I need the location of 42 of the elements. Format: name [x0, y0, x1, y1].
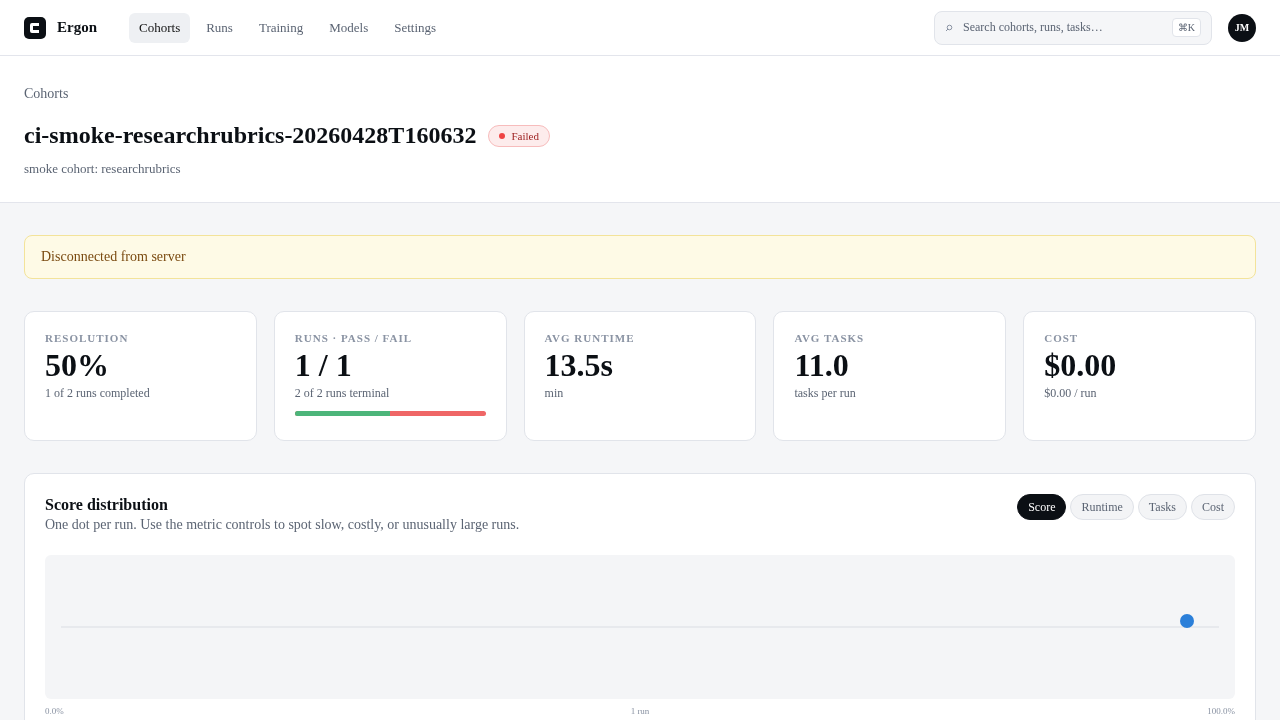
stat-value: $0.00: [1044, 348, 1118, 384]
stat-value: 50%: [45, 348, 110, 384]
stat-caption: 2 of 2 runs terminal: [294, 386, 391, 402]
connection-alert: Disconnected from server: [24, 235, 1256, 279]
stat-value: 13.5s: [544, 348, 615, 384]
page-title: ci-smoke-researchrubrics-20260428T160632: [24, 122, 477, 149]
stat-value: 11.0: [794, 348, 850, 384]
metric-toggle[interactable]: Runtime: [1070, 494, 1134, 520]
stat-caption: 1 of 2 runs completed: [45, 386, 151, 402]
chart-description: One dot per run. Use the metric controls to spot slow, costly, or unusually large runs.: [45, 517, 520, 533]
metric-toggle[interactable]: Score: [1017, 494, 1067, 520]
search-field[interactable]: Search cohorts, runs, tasks…: [961, 19, 1164, 36]
stat-label: AVG RUNTIME: [544, 332, 636, 344]
axis-label: 1 run: [630, 706, 650, 716]
stat-value: 1 / 1: [294, 348, 353, 384]
logo-icon: [24, 16, 46, 39]
nav-tab[interactable]: Training: [248, 12, 314, 43]
axis-label: 0.0%: [45, 706, 64, 716]
page-subtitle: smoke cohort: researchrubrics: [24, 161, 182, 177]
user-avatar[interactable]: JM: [1228, 13, 1256, 42]
stat-label: RUNS · PASS / FAIL: [294, 332, 414, 344]
chart-title: Score distribution: [45, 496, 169, 514]
nav-tab[interactable]: Settings: [384, 12, 447, 43]
search-icon: [945, 23, 953, 32]
search-box[interactable]: Search cohorts, runs, tasks… ⌘K: [934, 10, 1212, 45]
stat-label: AVG TASKS: [794, 332, 866, 344]
shortcut-hint: ⌘K: [1171, 18, 1201, 37]
metric-toggle[interactable]: Tasks: [1137, 494, 1187, 520]
stat-caption: $0.00 / run: [1044, 386, 1098, 402]
breadcrumb-link[interactable]: Cohorts: [24, 86, 69, 102]
nav-tab[interactable]: Cohorts: [129, 12, 191, 43]
app-name[interactable]: Ergon: [57, 19, 97, 36]
stat-label: RESOLUTION: [45, 332, 130, 344]
nav-tab[interactable]: Runs: [196, 12, 243, 43]
stat-caption: min: [544, 386, 565, 402]
stat-caption: tasks per run: [794, 386, 857, 402]
stat-label: COST: [1044, 332, 1080, 344]
status-badge: Failed: [488, 124, 550, 147]
metric-toggle[interactable]: Cost: [1191, 494, 1235, 520]
nav-tab[interactable]: Models: [319, 12, 379, 43]
run-dot[interactable]: [1180, 614, 1194, 628]
axis-label: 100.0%: [1207, 706, 1235, 716]
